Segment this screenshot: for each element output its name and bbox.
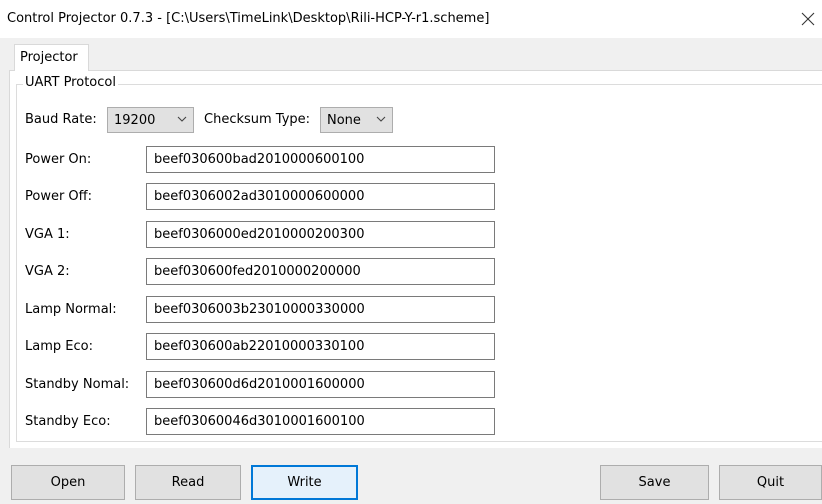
power-on-field[interactable]	[146, 146, 495, 173]
checksum-type-label: Checksum Type:	[204, 112, 311, 127]
vga1-field[interactable]	[146, 221, 495, 248]
save-button[interactable]: Save	[600, 465, 709, 500]
chevron-down-icon	[376, 116, 386, 122]
standby-normal-field[interactable]	[146, 371, 495, 398]
baud-rate-select[interactable]: 19200	[107, 107, 194, 133]
baud-rate-label: Baud Rate:	[25, 112, 97, 127]
write-button[interactable]: Write	[251, 465, 358, 500]
checksum-type-value: None	[327, 112, 361, 128]
open-button[interactable]: Open	[11, 465, 125, 500]
standby-eco-label: Standby Eco:	[25, 414, 111, 429]
power-off-field[interactable]	[146, 183, 495, 210]
vga1-label: VGA 1:	[25, 227, 70, 242]
title-bar: Control Projector 0.7.3 - [C:\Users\Time…	[0, 0, 822, 38]
lamp-normal-label: Lamp Normal:	[25, 302, 117, 317]
group-label: UART Protocol	[23, 75, 118, 90]
lamp-eco-field[interactable]	[146, 333, 495, 360]
standby-normal-label: Standby Nomal:	[25, 377, 130, 392]
checksum-type-select[interactable]: None	[320, 107, 393, 133]
close-button[interactable]	[794, 6, 822, 32]
vga2-field[interactable]	[146, 258, 495, 285]
lamp-eco-label: Lamp Eco:	[25, 339, 93, 354]
tab-label: Projector	[20, 50, 78, 65]
window-title: Control Projector 0.7.3 - [C:\Users\Time…	[7, 11, 490, 26]
baud-rate-value: 19200	[114, 112, 156, 128]
power-off-label: Power Off:	[25, 189, 93, 204]
chevron-down-icon	[177, 116, 187, 122]
lamp-normal-field[interactable]	[146, 296, 495, 323]
tab-projector[interactable]: Projector	[14, 44, 89, 71]
quit-button[interactable]: Quit	[719, 465, 822, 500]
vga2-label: VGA 2:	[25, 264, 70, 279]
close-icon	[801, 12, 815, 26]
read-button[interactable]: Read	[135, 465, 241, 500]
standby-eco-field[interactable]	[146, 408, 495, 435]
power-on-label: Power On:	[25, 152, 92, 167]
